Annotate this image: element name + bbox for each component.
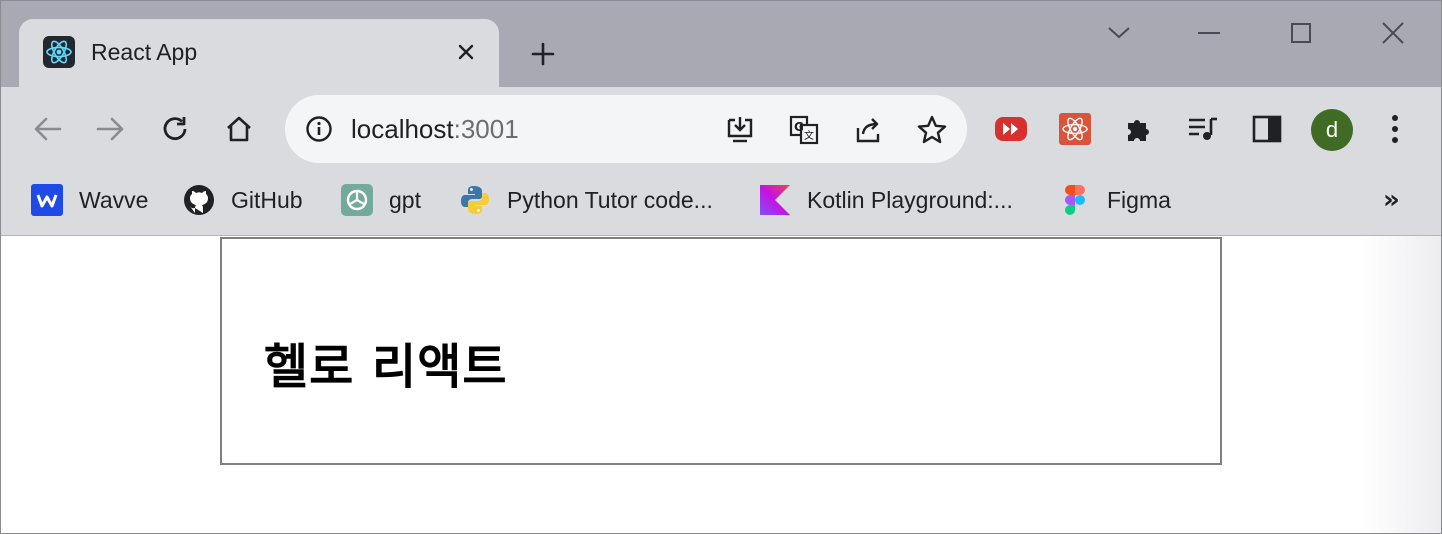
bookmarks-bar: Wavve GitHub gpt Python Tutor code... Ko… [1,171,1441,236]
openai-icon [341,184,373,216]
side-panel-icon[interactable] [1247,109,1287,149]
reload-icon[interactable] [155,109,195,149]
svg-text:G: G [794,120,804,134]
maximize-icon[interactable] [1281,19,1321,47]
site-info-icon[interactable] [305,115,333,143]
youtube-extension-icon[interactable] [991,109,1031,149]
bookmark-gpt[interactable]: gpt [341,183,421,217]
kotlin-icon [759,184,791,216]
translate-icon[interactable]: G文 [787,113,821,147]
browser-toolbar: localhost:3001 G文 d [1,87,1441,171]
share-icon[interactable] [851,113,885,147]
react-devtools-icon[interactable] [1055,109,1095,149]
address-bar[interactable]: localhost:3001 G文 [285,95,967,163]
bookmark-figma[interactable]: Figma [1059,183,1171,217]
bookmarks-overflow-chevron[interactable]: » [1383,185,1400,215]
bookmark-label: Python Tutor code... [507,186,713,213]
home-icon[interactable] [219,109,259,149]
bookmark-label: Wavve [79,186,149,213]
bookmark-python-tutor[interactable]: Python Tutor code... [459,183,713,217]
bookmark-wavve[interactable]: Wavve [31,183,148,217]
url-port: :3001 [453,114,519,144]
url-host: localhost [351,114,454,144]
forward-arrow-icon[interactable] [91,109,131,149]
bookmark-label: Kotlin Playground:... [807,186,1013,213]
tab-react-app[interactable]: React App [19,19,499,87]
svg-text:文: 文 [804,129,814,142]
content-box: 헬로 리액트 [220,237,1222,465]
window-close-icon[interactable] [1373,19,1413,47]
back-arrow-icon[interactable] [27,109,67,149]
bookmark-star-icon[interactable] [915,113,949,147]
extensions-puzzle-icon[interactable] [1119,109,1159,149]
tab-title: React App [91,39,198,65]
react-favicon-icon [43,36,75,68]
right-edge-shade [1361,236,1441,533]
bookmark-label: GitHub [231,186,303,213]
url-text[interactable]: localhost:3001 [351,114,519,145]
github-icon [183,184,215,216]
minimize-icon[interactable] [1189,19,1229,47]
bookmark-label: gpt [389,186,421,213]
tab-close-icon[interactable] [453,39,479,65]
media-queue-icon[interactable] [1183,109,1223,149]
figma-icon [1059,184,1091,216]
python-icon [459,184,491,216]
tab-search-chevron-icon[interactable] [1099,19,1139,47]
wavve-icon [31,184,63,216]
more-menu-icon[interactable] [1375,109,1415,149]
new-tab-button[interactable] [523,37,563,71]
browser-window: React App localhost:3001 G 文 d Wavve Git… [0,0,1442,534]
bookmark-kotlin-playground[interactable]: Kotlin Playground:... [759,183,1013,217]
tab-strip: React App [1,1,1441,87]
install-app-icon[interactable] [723,113,757,147]
page-heading: 헬로 리액트 [264,339,508,395]
bookmark-label: Figma [1107,186,1171,213]
page-content: 헬로 리액트 [1,236,1441,533]
bookmark-github[interactable]: GitHub [183,183,303,217]
profile-avatar[interactable]: d [1311,109,1353,151]
